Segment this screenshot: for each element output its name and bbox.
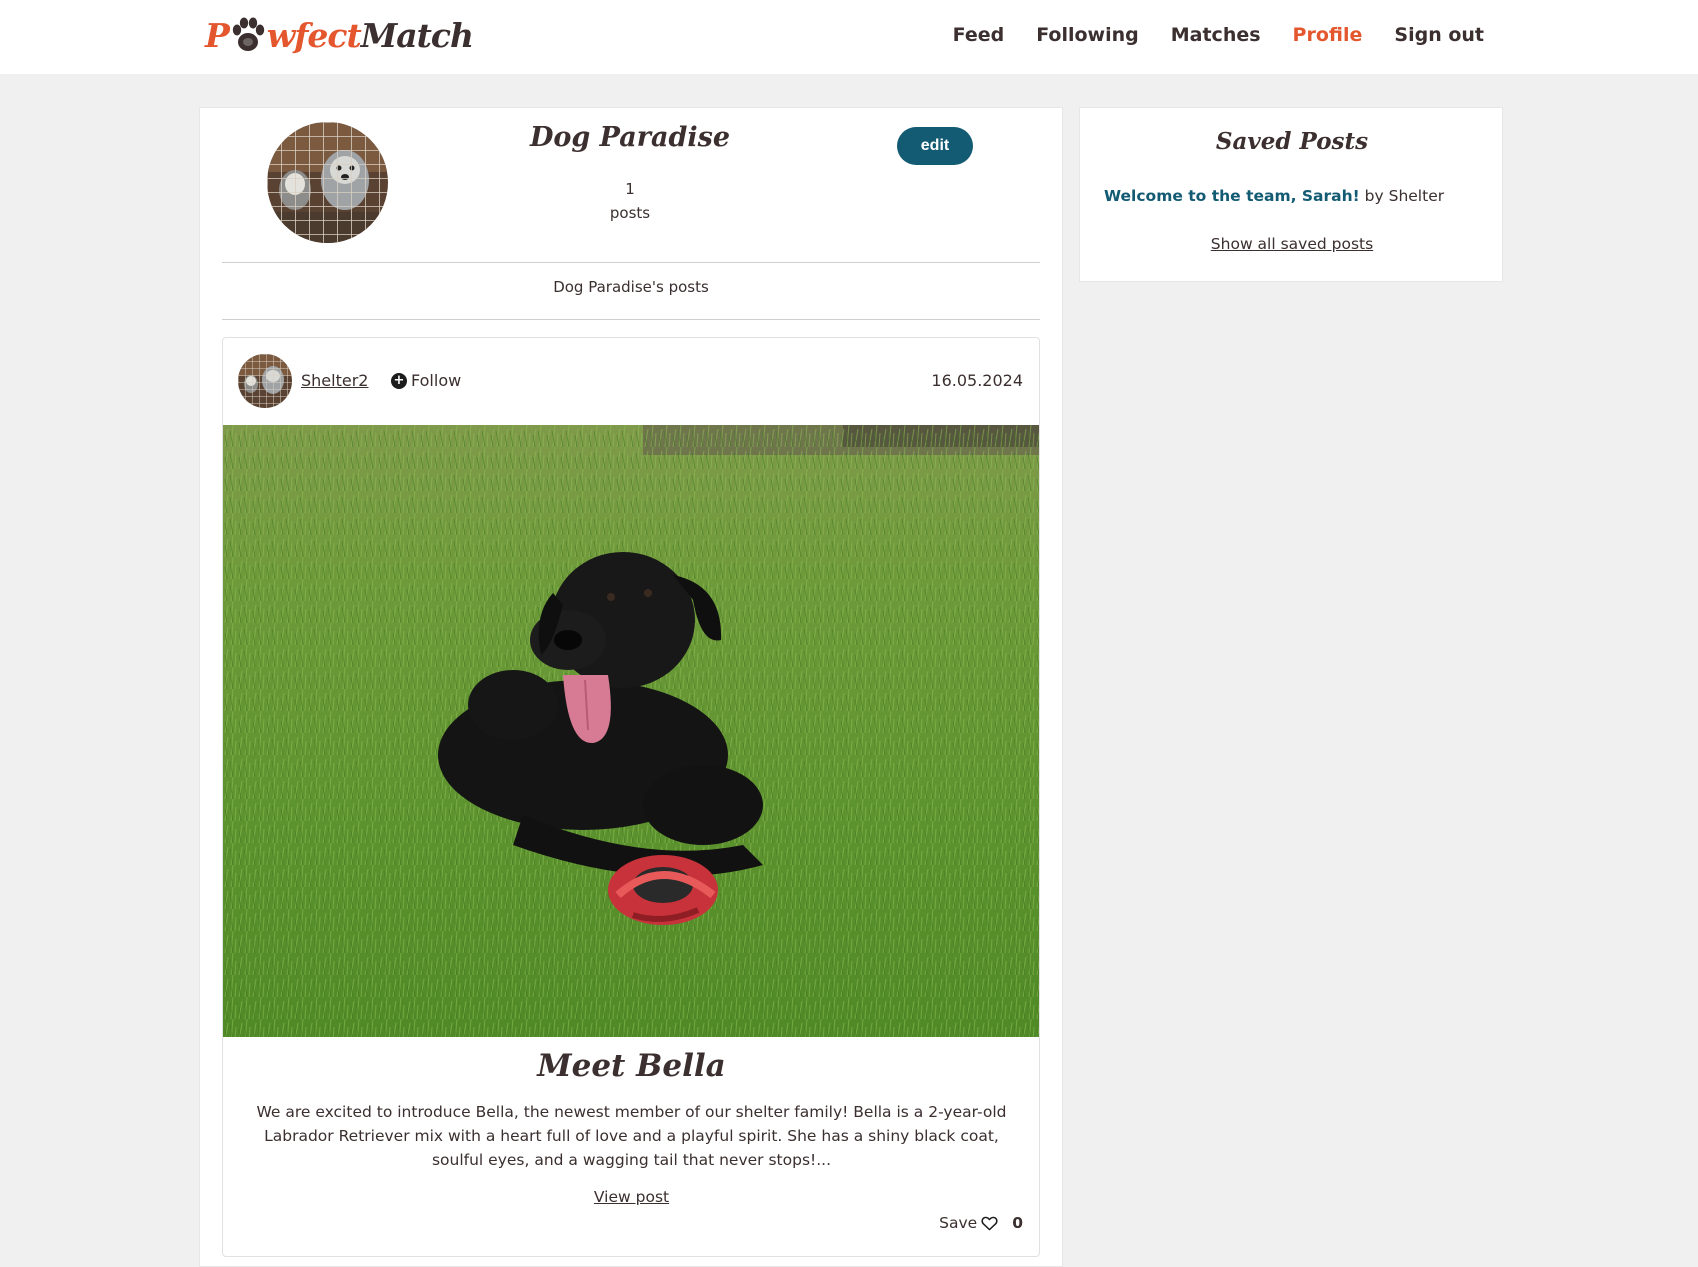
saved-post-link[interactable]: Welcome to the team, Sarah! [1104,187,1360,205]
logo[interactable]: P wfect Match [205,10,474,60]
saved-post-item: Welcome to the team, Sarah! by Shelter [1104,187,1444,205]
divider [222,319,1040,320]
profile-name: Dog Paradise [529,122,730,153]
profile-avatar [267,122,388,243]
nav-links: Feed Following Matches Profile Sign out [921,0,1484,70]
view-post-container: View post [223,1188,1039,1206]
divider [222,262,1040,263]
post-image[interactable] [223,425,1039,1037]
post-excerpt: We are excited to introduce Bella, the n… [256,1103,1007,1169]
saved-posts-card: Saved Posts Welcome to the team, Sarah! … [1079,107,1503,282]
nav-sign-out[interactable]: Sign out [1394,24,1484,46]
nav-matches[interactable]: Matches [1171,24,1261,46]
saved-posts-title: Saved Posts [1215,128,1369,155]
logo-text-p: P [205,15,230,55]
logo-text-match: Match [360,15,474,55]
post-count: 1 posts [530,177,730,225]
post-author-link[interactable]: Shelter2 [301,371,368,390]
plus-circle-icon: + [391,372,407,389]
navbar: P wfect Match Feed Following Matches Prof… [0,0,1698,74]
view-post-link[interactable]: View post [594,1188,669,1206]
edit-button[interactable]: edit [897,127,973,165]
nav-following[interactable]: Following [1036,24,1139,46]
post-title: Meet Bella [537,1048,726,1084]
heart-outline-icon[interactable] [981,1216,998,1231]
nav-profile[interactable]: Profile [1293,24,1363,46]
post-count-label: posts [609,204,651,222]
post-date: 16.05.2024 [931,371,1023,390]
saved-post-author: by Shelter [1364,187,1445,205]
paw-icon [230,15,266,55]
posts-heading: Dog Paradise's posts [553,278,709,296]
show-all-saved-link[interactable]: Show all saved posts [1211,235,1373,253]
show-all-container: Show all saved posts [1080,235,1504,253]
save-label[interactable]: Save [939,1214,977,1232]
save-row: Save 0 [939,1214,1023,1232]
follow-button[interactable]: + Follow [391,371,461,390]
follow-label: Follow [411,371,462,390]
profile-card: Dog Paradise 1 posts edit Dog Paradise's… [199,107,1063,1267]
nav-feed[interactable]: Feed [953,24,1005,46]
post-card: Shelter2 + Follow 16.05.2024 Meet Bella … [222,337,1040,1257]
save-count: 0 [1012,1214,1023,1232]
post-author-avatar[interactable] [238,354,292,408]
logo-text-wfect: wfect [266,15,362,55]
post-count-value: 1 [625,180,635,198]
